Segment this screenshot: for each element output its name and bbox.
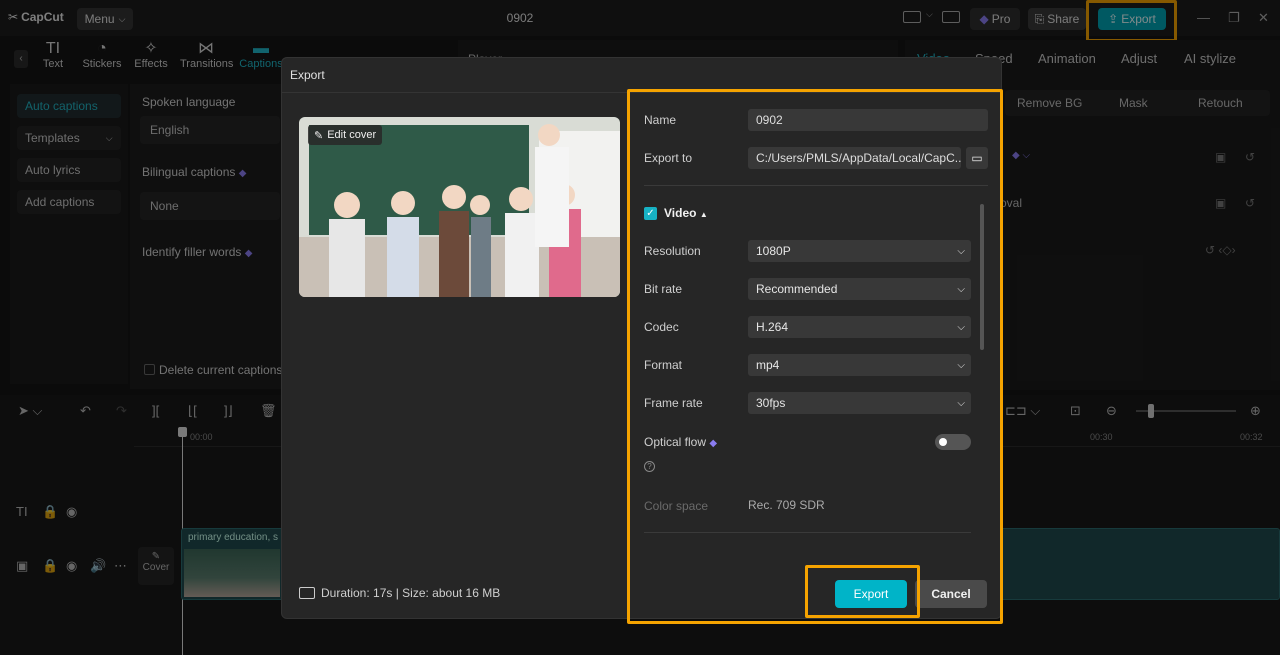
export-dialog: Export ✎ Edit cover Duration: 17s | Size…	[281, 57, 1003, 624]
duration-info: Duration: 17s | Size: about 16 MB	[299, 586, 500, 600]
export-button-highlight-box	[805, 565, 920, 618]
settings-highlight-box	[627, 89, 1003, 624]
pencil-icon: ✎	[314, 129, 324, 142]
dialog-title: Export	[290, 68, 325, 82]
edit-cover-button[interactable]: ✎ Edit cover	[308, 125, 383, 145]
cover-preview[interactable]: ✎ Edit cover	[299, 117, 620, 297]
film-icon	[299, 587, 315, 599]
